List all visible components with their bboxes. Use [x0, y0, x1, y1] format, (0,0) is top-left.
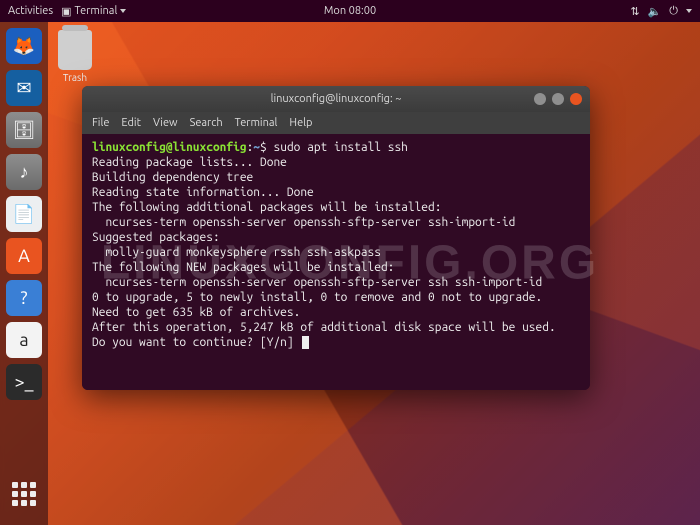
- trash-label: Trash: [58, 72, 92, 83]
- out-line-4: ncurses-term openssh-server openssh-sftp…: [92, 216, 515, 229]
- dock-terminal[interactable]: >_: [6, 364, 42, 400]
- dock-files[interactable]: 🗄: [6, 112, 42, 148]
- terminal-cursor: [302, 336, 309, 349]
- dock-rhythmbox[interactable]: ♪: [6, 154, 42, 190]
- trash-icon: [58, 30, 92, 70]
- volume-icon[interactable]: 🔈: [648, 5, 662, 18]
- out-line-3: The following additional packages will b…: [92, 201, 441, 214]
- out-line-0: Reading package lists... Done: [92, 156, 287, 169]
- close-button[interactable]: [570, 93, 582, 105]
- menu-edit[interactable]: Edit: [121, 117, 141, 129]
- prompt-end: $: [260, 141, 267, 154]
- dock-amazon[interactable]: a: [6, 322, 42, 358]
- maximize-button[interactable]: [552, 93, 564, 105]
- out-line-11: After this operation, 5,247 kB of additi…: [92, 321, 556, 334]
- window-titlebar[interactable]: linuxconfig@linuxconfig: ~: [82, 86, 590, 112]
- out-line-12: Do you want to continue? [Y/n]: [92, 336, 300, 349]
- menu-terminal[interactable]: Terminal: [235, 117, 278, 129]
- chevron-down-icon: [120, 9, 126, 13]
- dock-firefox[interactable]: 🦊: [6, 28, 42, 64]
- dock-software[interactable]: A: [6, 238, 42, 274]
- app-menu-label: Terminal: [75, 5, 118, 17]
- out-line-1: Building dependency tree: [92, 171, 253, 184]
- show-applications-button[interactable]: [9, 479, 39, 509]
- menu-search[interactable]: Search: [190, 117, 223, 129]
- menu-help[interactable]: Help: [289, 117, 312, 129]
- network-icon[interactable]: ⇅: [630, 5, 639, 18]
- out-line-8: ncurses-term openssh-server openssh-sftp…: [92, 276, 542, 289]
- menu-view[interactable]: View: [153, 117, 178, 129]
- top-bar: Activities ▣ Terminal Mon 08:00 ⇅ 🔈 ⏻: [0, 0, 700, 22]
- minimize-button[interactable]: [534, 93, 546, 105]
- window-menubar: File Edit View Search Terminal Help: [82, 112, 590, 134]
- command-text: sudo apt install ssh: [274, 141, 408, 154]
- out-line-5: Suggested packages:: [92, 231, 220, 244]
- system-menu-chevron-icon[interactable]: [686, 9, 692, 13]
- out-line-7: The following NEW packages will be insta…: [92, 261, 394, 274]
- app-menu[interactable]: ▣ Terminal: [61, 5, 126, 18]
- out-line-6: molly-guard monkeysphere rssh ssh-askpas…: [92, 246, 381, 259]
- menu-file[interactable]: File: [92, 117, 109, 129]
- activities-button[interactable]: Activities: [8, 5, 53, 17]
- power-icon[interactable]: ⏻: [669, 5, 678, 18]
- terminal-output[interactable]: linuxconfig@linuxconfig:~$ sudo apt inst…: [82, 134, 590, 390]
- out-line-10: Need to get 635 kB of archives.: [92, 306, 300, 319]
- clock[interactable]: Mon 08:00: [324, 5, 376, 17]
- window-title: linuxconfig@linuxconfig: ~: [271, 93, 402, 105]
- dock-writer[interactable]: 📄: [6, 196, 42, 232]
- trash-desktop-icon[interactable]: Trash: [58, 30, 92, 83]
- prompt-user: linuxconfig@linuxconfig: [92, 141, 247, 154]
- dock: 🦊 ✉ 🗄 ♪ 📄 A ? a >_: [0, 22, 48, 525]
- terminal-window: linuxconfig@linuxconfig: ~ File Edit Vie…: [82, 86, 590, 390]
- out-line-9: 0 to upgrade, 5 to newly install, 0 to r…: [92, 291, 542, 304]
- terminal-icon: ▣: [61, 5, 71, 18]
- dock-thunderbird[interactable]: ✉: [6, 70, 42, 106]
- out-line-2: Reading state information... Done: [92, 186, 314, 199]
- dock-help[interactable]: ?: [6, 280, 42, 316]
